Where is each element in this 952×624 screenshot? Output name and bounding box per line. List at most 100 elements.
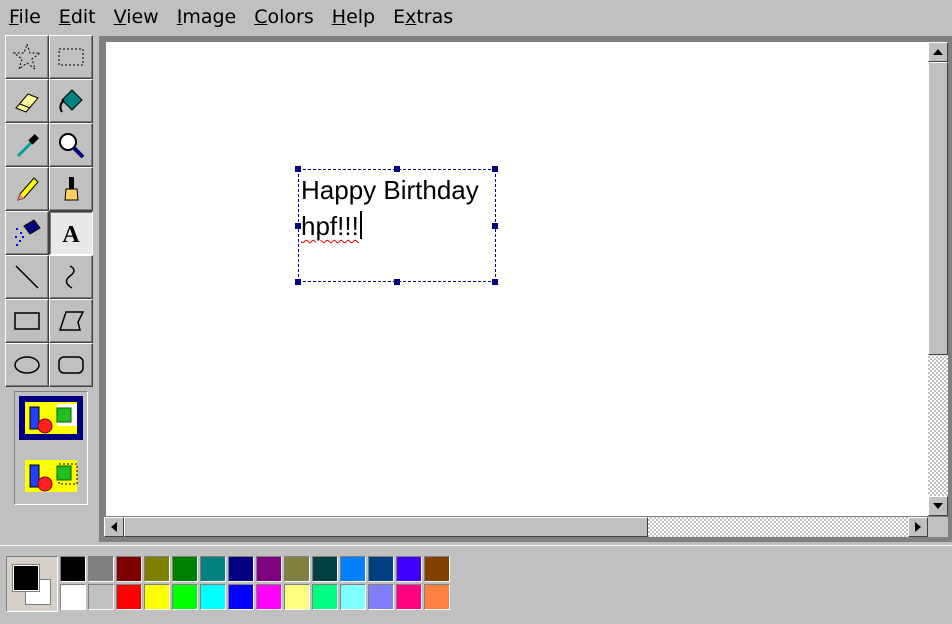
menu-colors[interactable]: Colors [245, 0, 323, 34]
color-swatch-bottom-2[interactable] [116, 584, 142, 610]
vertical-scroll-thumb[interactable] [928, 62, 948, 355]
text-line-2: hpf!!! [301, 211, 359, 241]
scrollbar-corner [928, 517, 948, 537]
resize-handle-b[interactable] [394, 279, 400, 285]
color-swatch-top-9[interactable] [312, 556, 338, 582]
arrow-right-icon [915, 522, 921, 532]
text-box[interactable]: Happy Birthday hpf!!! [295, 166, 498, 285]
color-swatch-top-3[interactable] [144, 556, 170, 582]
scroll-down-button[interactable] [928, 496, 948, 516]
pencil-icon [17, 177, 39, 201]
color-swatch-top-10[interactable] [340, 556, 366, 582]
menu-extras[interactable]: Extras [384, 0, 462, 34]
curve-tool[interactable] [49, 255, 93, 299]
foreground-color-box[interactable] [13, 565, 39, 591]
pencil-tool[interactable] [5, 167, 49, 211]
scroll-left-button[interactable] [104, 517, 124, 537]
rect-select-icon [58, 48, 84, 66]
color-swatch-bottom-5[interactable] [200, 584, 226, 610]
vertical-scrollbar[interactable] [928, 42, 948, 516]
rect-select-tool[interactable] [49, 35, 93, 79]
horizontal-scroll-thumb[interactable] [124, 517, 648, 537]
color-swatch-bottom-8[interactable] [284, 584, 310, 610]
color-swatch-bottom-13[interactable] [424, 584, 450, 610]
current-colors[interactable] [6, 556, 58, 612]
star-select-icon [12, 42, 42, 71]
paint-app-window: File Edit View Image Colors Help Extras A [0, 0, 952, 624]
color-swatch-top-6[interactable] [228, 556, 254, 582]
color-swatch-top-12[interactable] [396, 556, 422, 582]
color-palette [0, 545, 952, 624]
brush-icon [64, 177, 79, 201]
color-swatch-bottom-9[interactable] [312, 584, 338, 610]
color-swatch-top-7[interactable] [256, 556, 282, 582]
scroll-right-button[interactable] [908, 517, 928, 537]
ellipse-tool[interactable] [5, 343, 49, 387]
drawing-canvas[interactable]: Happy Birthday hpf!!! [106, 42, 928, 516]
eraser-tool[interactable] [5, 79, 49, 123]
text-line-1: Happy Birthday [301, 175, 479, 205]
opaque-background-option[interactable] [19, 396, 83, 440]
fill-tool[interactable] [49, 79, 93, 123]
color-swatch-top-8[interactable] [284, 556, 310, 582]
paint-bucket-icon [59, 89, 83, 113]
airbrush-icon [15, 219, 41, 246]
magnifier-tool[interactable] [49, 123, 93, 167]
arrow-up-icon [933, 49, 943, 55]
resize-handle-br[interactable] [492, 279, 498, 285]
rounded-rect-icon [58, 356, 84, 374]
rectangle-tool[interactable] [5, 299, 49, 343]
opaque-shapes-icon [21, 398, 81, 438]
color-swatch-top-1[interactable] [88, 556, 114, 582]
color-swatch-top-11[interactable] [368, 556, 394, 582]
scroll-up-button[interactable] [928, 42, 948, 62]
curve-icon [65, 265, 75, 289]
menu-file[interactable]: File [0, 0, 50, 34]
color-swatch-bottom-12[interactable] [396, 584, 422, 610]
toolbox: A [5, 35, 97, 387]
color-swatch-bottom-7[interactable] [256, 584, 282, 610]
resize-handle-tl[interactable] [295, 166, 301, 172]
color-swatch-bottom-1[interactable] [88, 584, 114, 610]
svg-text:A: A [62, 222, 80, 248]
horizontal-scrollbar[interactable] [104, 517, 928, 537]
eyedropper-icon [16, 134, 39, 158]
line-icon [15, 265, 39, 289]
line-tool[interactable] [5, 255, 49, 299]
color-swatch-bottom-6[interactable] [228, 584, 254, 610]
transparent-shapes-icon [25, 460, 78, 492]
resize-handle-l[interactable] [295, 223, 301, 229]
menu-help[interactable]: Help [323, 0, 384, 34]
color-swatch-top-5[interactable] [200, 556, 226, 582]
menu-view[interactable]: View [105, 0, 168, 34]
pick-color-tool[interactable] [5, 123, 49, 167]
polygon-icon [58, 311, 85, 331]
resize-handle-tr[interactable] [492, 166, 498, 172]
airbrush-tool[interactable] [5, 211, 49, 255]
resize-handle-r[interactable] [492, 223, 498, 229]
color-swatch-bottom-11[interactable] [368, 584, 394, 610]
menu-edit[interactable]: Edit [50, 0, 105, 34]
rectangle-icon [14, 312, 40, 330]
ellipse-icon [14, 356, 40, 374]
color-swatch-bottom-10[interactable] [340, 584, 366, 610]
brush-tool[interactable] [49, 167, 93, 211]
menu-image[interactable]: Image [168, 0, 246, 34]
arrow-down-icon [933, 503, 943, 509]
resize-handle-bl[interactable] [295, 279, 301, 285]
polygon-tool[interactable] [49, 299, 93, 343]
free-form-select-tool[interactable] [5, 35, 49, 79]
rounded-rect-tool[interactable] [49, 343, 93, 387]
text-tool[interactable]: A [49, 211, 93, 255]
color-swatch-bottom-0[interactable] [60, 584, 86, 610]
color-swatch-bottom-4[interactable] [172, 584, 198, 610]
color-swatch-bottom-3[interactable] [144, 584, 170, 610]
resize-handle-t[interactable] [394, 166, 400, 172]
color-swatch-top-13[interactable] [424, 556, 450, 582]
color-swatch-top-4[interactable] [172, 556, 198, 582]
color-swatch-top-0[interactable] [60, 556, 86, 582]
transparent-background-option[interactable] [19, 454, 83, 498]
color-swatch-top-2[interactable] [116, 556, 142, 582]
text-box-content[interactable]: Happy Birthday hpf!!! [301, 172, 479, 244]
menu-bar: File Edit View Image Colors Help Extras [0, 0, 952, 34]
